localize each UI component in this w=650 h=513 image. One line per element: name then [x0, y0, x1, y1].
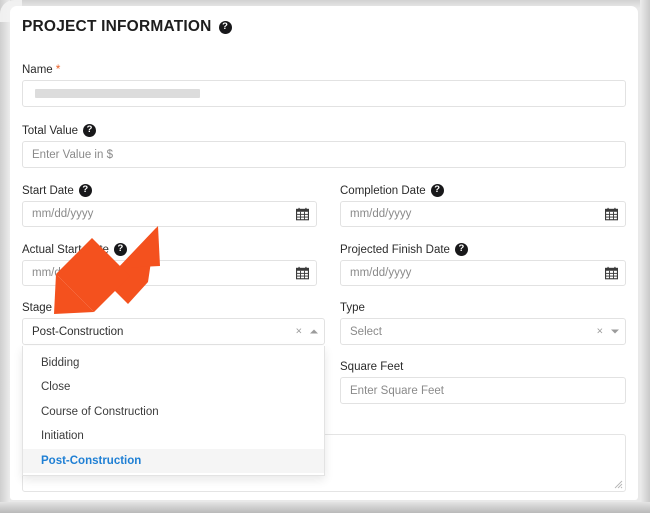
field-completion-date: Completion Date ? mm/dd/yyyy [340, 184, 626, 227]
field-label-type: Type [340, 302, 626, 314]
field-name: Name * [22, 64, 626, 107]
completion-date-input[interactable]: mm/dd/yyyy [340, 201, 626, 227]
label-text-square-feet: Square Feet [340, 361, 403, 373]
help-glyph: ? [82, 185, 88, 195]
field-label-stage: Stage [22, 302, 325, 314]
total-value-placeholder: Enter Value in $ [32, 149, 113, 161]
window-frame-bottom [0, 502, 650, 513]
clear-icon[interactable]: × [597, 326, 603, 337]
label-text-total-value: Total Value [22, 125, 78, 137]
start-date-input[interactable]: mm/dd/yyyy [22, 201, 317, 227]
type-select-controls: × [597, 326, 619, 337]
field-type: Type Select × [340, 302, 626, 345]
window-frame-right [640, 0, 650, 513]
chevron-up-icon[interactable] [310, 330, 318, 334]
help-circle-icon[interactable]: ? [431, 184, 444, 197]
window-frame-left [0, 0, 10, 513]
help-circle-icon[interactable]: ? [455, 243, 468, 256]
field-square-feet: Square Feet Enter Square Feet [340, 361, 626, 404]
field-actual-start-date: Actual Start Date ? mm/dd/yyyy [22, 243, 317, 286]
clear-icon[interactable]: × [296, 326, 302, 337]
projected-finish-date-placeholder: mm/dd/yyyy [350, 267, 411, 279]
help-glyph: ? [434, 185, 440, 195]
square-feet-placeholder: Enter Square Feet [350, 385, 444, 397]
field-label-start-date: Start Date ? [22, 184, 317, 197]
field-label-name: Name * [22, 64, 626, 76]
section-header: PROJECT INFORMATION ? [22, 18, 232, 36]
dropdown-option-bidding[interactable]: Bidding [23, 351, 324, 375]
help-circle-icon[interactable]: ? [83, 124, 96, 137]
calendar-icon[interactable] [296, 208, 309, 221]
help-glyph: ? [118, 244, 124, 254]
project-information-card: PROJECT INFORMATION ? Name * Total Value… [10, 6, 638, 500]
stage-selected-value: Post-Construction [32, 326, 123, 338]
application-window: PROJECT INFORMATION ? Name * Total Value… [0, 0, 650, 513]
actual-start-date-placeholder: mm/dd/yyyy [32, 267, 93, 279]
calendar-icon[interactable] [605, 267, 618, 280]
label-text-stage: Stage [22, 302, 52, 314]
dropdown-option-post-construction[interactable]: Post-Construction [23, 449, 324, 473]
label-text-actual-start-date: Actual Start Date [22, 244, 109, 256]
redacted-value-bar [35, 89, 200, 98]
stage-dropdown-menu[interactable]: Bidding Close Course of Construction Ini… [22, 346, 325, 476]
help-circle-icon[interactable]: ? [114, 243, 127, 256]
type-selected-value: Select [350, 326, 382, 338]
label-text-type: Type [340, 302, 365, 314]
calendar-icon[interactable] [605, 208, 618, 221]
field-label-actual-start-date: Actual Start Date ? [22, 243, 317, 256]
field-label-square-feet: Square Feet [340, 361, 626, 373]
square-feet-input[interactable]: Enter Square Feet [340, 377, 626, 404]
label-text-start-date: Start Date [22, 185, 74, 197]
name-input[interactable] [22, 80, 626, 107]
page-title: PROJECT INFORMATION [22, 18, 212, 36]
help-glyph: ? [222, 22, 228, 32]
type-select[interactable]: Select × [340, 318, 626, 345]
field-total-value: Total Value ? Enter Value in $ [22, 124, 626, 168]
field-stage: Stage Post-Construction × [22, 302, 325, 345]
dropdown-option-close[interactable]: Close [23, 375, 324, 399]
field-projected-finish-date: Projected Finish Date ? mm/dd/yyyy [340, 243, 626, 286]
label-text-projected-finish-date: Projected Finish Date [340, 244, 450, 256]
required-indicator: * [56, 63, 61, 75]
help-glyph: ? [459, 244, 465, 254]
stage-select[interactable]: Post-Construction × [22, 318, 325, 345]
field-label-total-value: Total Value ? [22, 124, 626, 137]
calendar-icon[interactable] [296, 267, 309, 280]
field-label-completion-date: Completion Date ? [340, 184, 626, 197]
resize-handle-icon[interactable] [614, 480, 623, 489]
label-text-name: Name [22, 64, 53, 76]
help-glyph: ? [87, 125, 93, 135]
projected-finish-date-input[interactable]: mm/dd/yyyy [340, 260, 626, 286]
actual-start-date-input[interactable]: mm/dd/yyyy [22, 260, 317, 286]
total-value-input[interactable]: Enter Value in $ [22, 141, 626, 168]
help-circle-icon[interactable]: ? [79, 184, 92, 197]
help-circle-icon[interactable]: ? [219, 21, 232, 34]
field-start-date: Start Date ? mm/dd/yyyy [22, 184, 317, 227]
dropdown-option-initiation[interactable]: Initiation [23, 424, 324, 448]
dropdown-option-course-of-construction[interactable]: Course of Construction [23, 400, 324, 424]
label-text-completion-date: Completion Date [340, 185, 426, 197]
stage-select-controls: × [296, 326, 318, 337]
field-label-projected-finish-date: Projected Finish Date ? [340, 243, 626, 256]
chevron-down-icon[interactable] [611, 330, 619, 334]
start-date-placeholder: mm/dd/yyyy [32, 208, 93, 220]
completion-date-placeholder: mm/dd/yyyy [350, 208, 411, 220]
